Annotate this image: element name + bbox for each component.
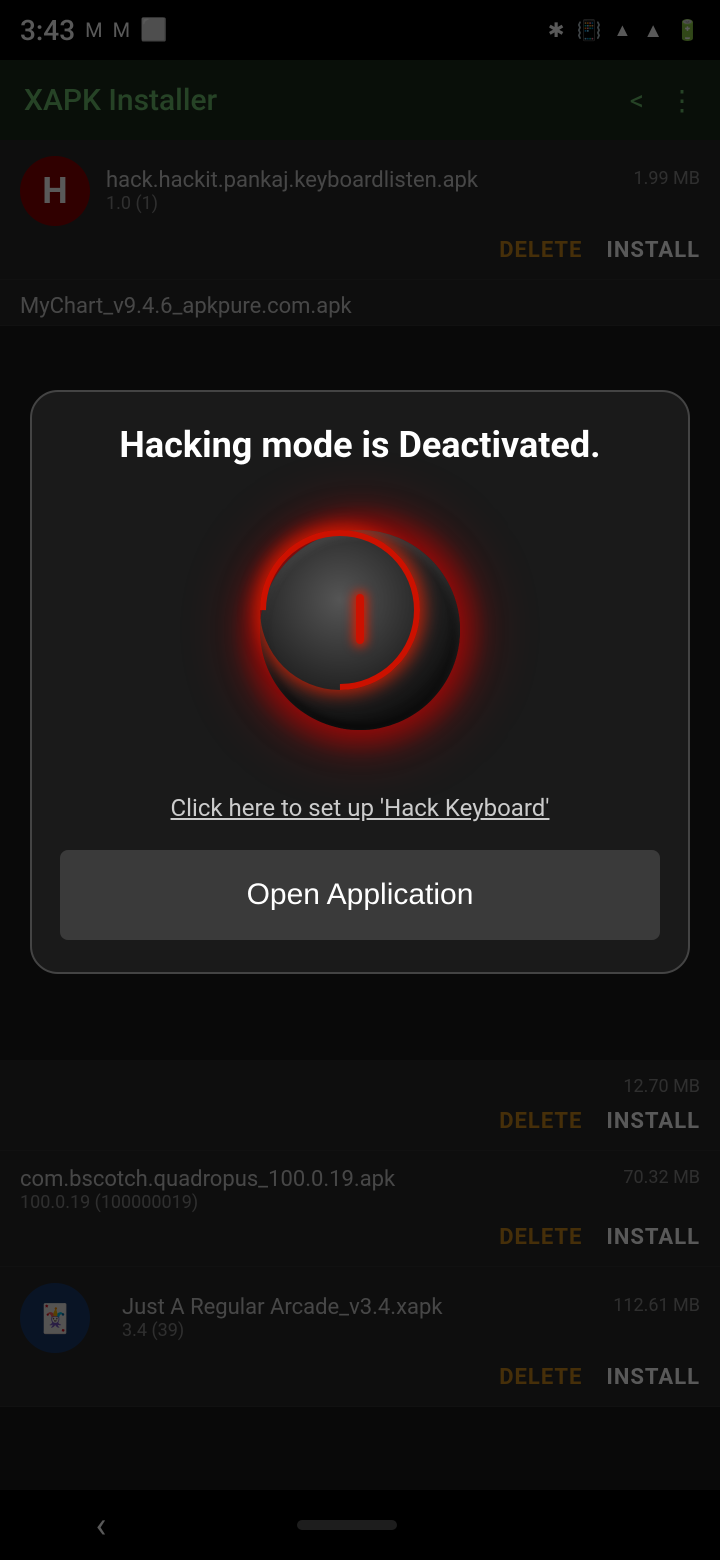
power-button-visual bbox=[220, 490, 500, 770]
open-application-button[interactable]: Open Application bbox=[60, 850, 660, 940]
power-line bbox=[356, 594, 364, 644]
modal-dialog: Hacking mode is Deactivated. Click here … bbox=[30, 390, 690, 974]
setup-link[interactable]: Click here to set up 'Hack Keyboard' bbox=[171, 794, 550, 822]
modal-title: Hacking mode is Deactivated. bbox=[119, 424, 600, 466]
power-button-bg bbox=[260, 530, 460, 730]
